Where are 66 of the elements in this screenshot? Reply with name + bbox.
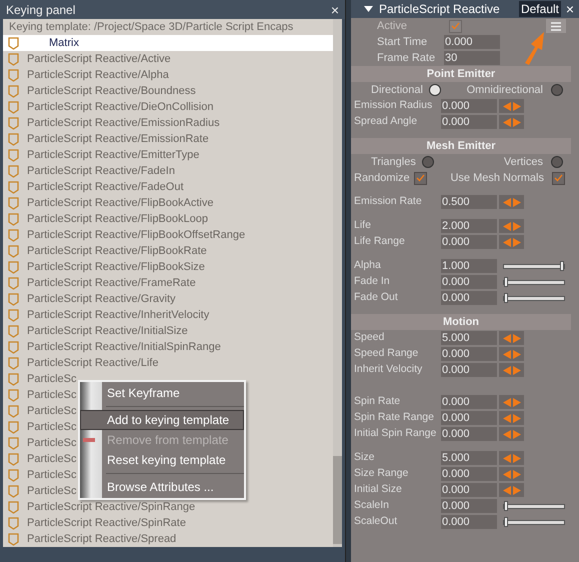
row-label: ParticleSc	[27, 452, 77, 467]
row-label: ParticleScript Reactive/SpinRate	[27, 516, 186, 531]
field-label: Size Range	[354, 466, 410, 482]
field-label: Life	[354, 218, 372, 234]
field-label: Omnidirectional	[466, 82, 543, 98]
row-label: ParticleScript Reactive/SpinRange	[27, 500, 196, 515]
field-label: Emission Rate	[354, 194, 423, 210]
field-label: Initial Spin Range	[354, 426, 438, 442]
row-label: ParticleScript Reactive/InitialSpinRange	[27, 340, 221, 355]
row-label: ParticleScript Reactive/Life	[27, 356, 158, 371]
field-label: Emission Radius	[354, 98, 434, 114]
field-label: Spin Rate	[354, 394, 402, 410]
row-label: ParticleScript Reactive/Alpha	[27, 68, 169, 83]
field-label: Life Range	[354, 234, 406, 250]
row-label: ParticleScript Reactive/EmitterType	[27, 148, 200, 163]
row-label: ParticleSc	[27, 420, 77, 435]
field-label: ScaleOut	[354, 514, 398, 530]
row-label: ParticleSc	[27, 372, 77, 387]
row-label: ParticleScript Reactive/Active	[27, 52, 171, 67]
row-label: ParticleScript Reactive/FadeOut	[27, 180, 184, 195]
field-label: Randomize	[354, 170, 410, 186]
field-label: Fade Out	[354, 290, 399, 306]
template-path: Keying template: /Project/Space 3D/Particle Script Encaps	[8, 20, 294, 35]
row-label: ParticleScript Reactive/EmissionRadius	[27, 116, 220, 131]
row-label: ParticleScript Reactive/FlipBookOffsetRange	[27, 228, 246, 243]
field-label: Inherit Velocity	[354, 362, 424, 378]
field-label: ScaleIn	[354, 498, 390, 514]
row-label: ParticleScript Reactive/InitialSize	[27, 324, 188, 339]
field-label: Vertices	[504, 154, 543, 170]
row-label: ParticleScript Reactive/Gravity	[27, 292, 176, 307]
field-label: Directional	[371, 82, 423, 98]
row-label: ParticleScript Reactive/Spread	[27, 532, 176, 547]
row-label: Matrix	[48, 36, 79, 51]
field-label: Fade In	[354, 274, 391, 290]
field-label: Speed	[354, 330, 386, 346]
section-header: Motion	[351, 314, 571, 330]
row-label: ParticleScript Reactive/FlipBookActive	[27, 196, 214, 211]
row-label: ParticleScript Reactive/EmissionRate	[27, 132, 209, 147]
field-label: Spin Rate Range	[354, 410, 435, 426]
section-header: Point Emitter	[351, 66, 571, 82]
row-label: ParticleScript Reactive/FlipBookLoop	[27, 212, 208, 227]
row-label: ParticleScript Reactive/FlipBookSize	[27, 260, 205, 275]
row-label: ParticleSc	[27, 404, 77, 419]
row-label: ParticleSc	[27, 436, 77, 451]
row-label: ParticleSc	[27, 484, 77, 499]
field-label: Start Time	[377, 34, 428, 50]
field-label: Frame Rate	[377, 50, 436, 66]
field-label: Speed Range	[354, 346, 420, 362]
row-label: ParticleScript Reactive/FrameRate	[27, 276, 196, 291]
field-label: Use Mesh Normals	[450, 170, 544, 186]
field-label: Triangles	[371, 154, 416, 170]
field-label: Size	[354, 450, 376, 466]
row-label: ParticleScript Reactive/InheritVelocity	[27, 308, 210, 323]
inspector-title: ParticleScript Reactive	[379, 1, 501, 18]
row-label: ParticleScript Reactive/FlipBookRate	[27, 244, 207, 259]
row-label: ParticleScript Reactive/FadeIn	[27, 164, 175, 179]
field-label: Alpha	[354, 258, 382, 274]
section-header: Mesh Emitter	[351, 138, 571, 154]
field-label: Initial Size	[354, 482, 403, 498]
panel-title: Keying panel	[6, 2, 76, 18]
field-label: Spread Angle	[354, 114, 418, 130]
field-label: Active	[377, 18, 408, 34]
row-label: ParticleScript Reactive/Boundness	[27, 84, 196, 99]
row-label: ParticleSc	[27, 468, 77, 483]
row-label: ParticleSc	[27, 388, 77, 403]
row-label: ParticleScript Reactive/DieOnCollision	[27, 100, 214, 115]
